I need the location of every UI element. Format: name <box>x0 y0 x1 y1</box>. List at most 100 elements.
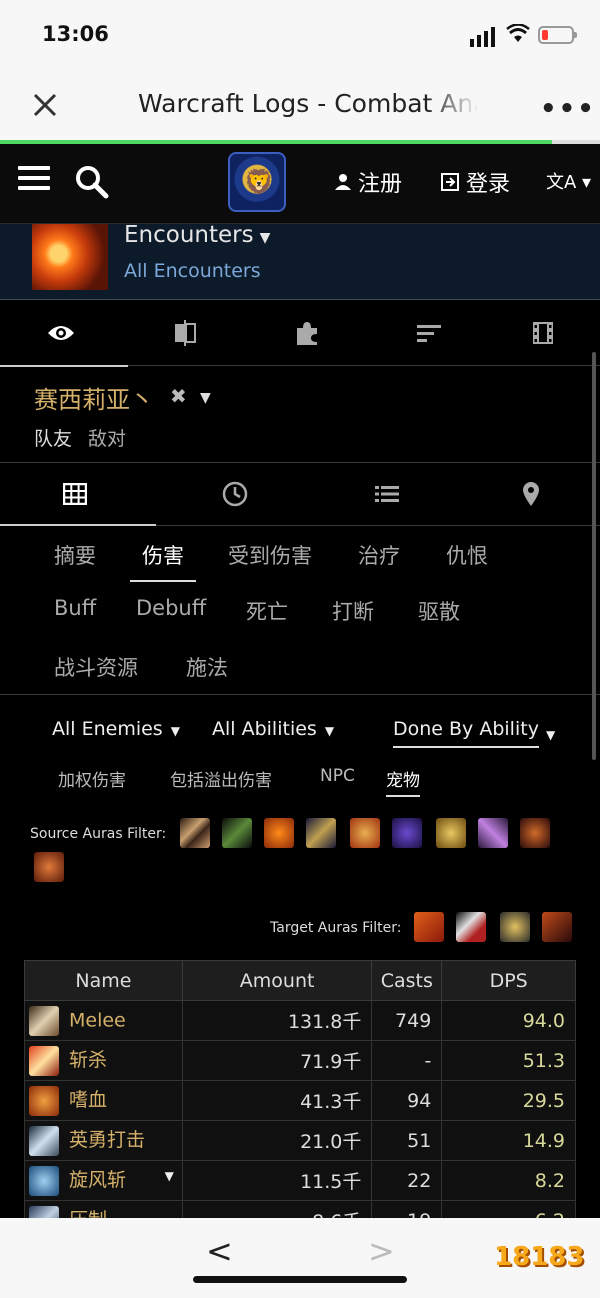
tab-overview[interactable] <box>0 300 128 367</box>
category-damage-taken[interactable]: 受到伤害 <box>228 540 312 570</box>
category-summary[interactable]: 摘要 <box>54 540 96 570</box>
category-threat[interactable]: 仇恨 <box>446 540 488 570</box>
aura-flame-icon[interactable] <box>520 818 550 848</box>
category-casts[interactable]: 施法 <box>186 652 228 682</box>
target-aura-mace-icon[interactable] <box>500 912 530 942</box>
execute-icon <box>29 1045 59 1076</box>
aura-gear-icon[interactable] <box>436 818 466 848</box>
category-healing[interactable]: 治疗 <box>358 540 400 570</box>
melee-icon <box>29 1005 59 1036</box>
tab-compare[interactable] <box>124 300 246 366</box>
target-aura-sunder-icon[interactable] <box>542 912 572 942</box>
casts-cell: 749 <box>371 1000 443 1041</box>
enemies-filter-dropdown[interactable]: All Enemies ▼ <box>52 718 180 740</box>
encounter-header[interactable]: Encounters ▼ All Encounters <box>0 222 600 300</box>
amount-cell: 71.9千 <box>181 1040 373 1081</box>
option-include-overkill[interactable]: 包括溢出伤害 <box>170 766 272 791</box>
target-aura-wound-icon[interactable] <box>456 912 486 942</box>
wifi-icon <box>506 24 530 42</box>
category-deaths[interactable]: 死亡 <box>246 596 288 626</box>
header-amount[interactable]: Amount <box>181 960 373 1001</box>
remove-character-icon[interactable]: ✖ <box>170 384 187 408</box>
site-logo[interactable] <box>228 152 286 212</box>
ability-cell[interactable]: 嗜血 <box>24 1080 183 1121</box>
ability-cell[interactable]: 斩杀 <box>24 1040 183 1081</box>
friendlies-toggle[interactable]: 队友 <box>34 424 72 451</box>
character-dropdown-icon[interactable]: ▼ <box>200 390 211 406</box>
option-pets[interactable]: 宠物 <box>386 766 420 797</box>
map-pin-icon <box>523 482 539 506</box>
table-row[interactable]: 旋风斩 ▼ 11.5千 22 8.2 <box>24 1160 576 1201</box>
tab-map[interactable] <box>456 463 600 525</box>
header-casts[interactable]: Casts <box>371 960 443 1001</box>
ability-cell[interactable]: 英勇打击 <box>24 1120 183 1161</box>
category-resources[interactable]: 战斗资源 <box>54 652 138 682</box>
category-damage-done[interactable]: 伤害 <box>130 540 196 582</box>
aura-potion-icon[interactable] <box>222 818 252 848</box>
header-dps[interactable]: DPS <box>441 960 576 1001</box>
ability-cell[interactable]: Melee <box>24 1000 183 1041</box>
damage-table: Name Amount Casts DPS Melee 131.8千 749 9… <box>24 960 576 1241</box>
expand-caret-icon[interactable]: ▼ <box>165 1169 174 1183</box>
tab-rankings[interactable] <box>368 300 490 366</box>
aura-demon-icon[interactable] <box>34 852 64 882</box>
tab-timeline[interactable] <box>160 463 310 525</box>
table-row[interactable]: 英勇打击 21.0千 51 14.9 <box>24 1120 576 1161</box>
whirlwind-icon <box>29 1165 59 1196</box>
forward-arrow-icon[interactable]: > <box>368 1232 395 1270</box>
ability-name: 嗜血 <box>69 1089 108 1112</box>
table-row[interactable]: Melee 131.8千 749 94.0 <box>24 1000 576 1041</box>
search-icon[interactable] <box>74 164 110 200</box>
home-indicator[interactable] <box>193 1276 407 1283</box>
menu-icon[interactable] <box>18 166 50 194</box>
tab-replay[interactable] <box>482 300 600 366</box>
ability-cell[interactable]: 旋风斩 ▼ <box>24 1160 183 1201</box>
back-arrow-icon[interactable]: < <box>206 1232 233 1270</box>
aura-rage-icon[interactable] <box>264 818 294 848</box>
more-options-icon[interactable]: ••• <box>540 94 596 124</box>
table-row[interactable]: 斩杀 71.9千 - 51.3 <box>24 1040 576 1081</box>
aura-fire-icon[interactable] <box>350 818 380 848</box>
table-row[interactable]: 嗜血 41.3千 94 29.5 <box>24 1080 576 1121</box>
amount-cell: 41.3千 <box>181 1080 373 1121</box>
status-bar: 13:06 <box>0 0 600 72</box>
heroic-strike-icon <box>29 1125 59 1156</box>
dps-cell: 94.0 <box>441 1000 576 1041</box>
tab-table[interactable] <box>0 463 156 526</box>
character-name[interactable]: 赛西莉亚丶 <box>34 380 154 415</box>
battery-icon <box>538 26 577 44</box>
encounter-dropdown[interactable]: Encounters ▼ <box>124 222 270 248</box>
tab-events[interactable] <box>312 463 462 525</box>
category-buffs[interactable]: Buff <box>54 596 96 620</box>
casts-cell: 94 <box>371 1080 443 1121</box>
header-name[interactable]: Name <box>24 960 183 1001</box>
encounter-subtitle[interactable]: All Encounters <box>124 260 261 282</box>
category-debuffs[interactable]: Debuff <box>136 596 206 620</box>
close-icon[interactable] <box>30 90 60 120</box>
enemies-toggle[interactable]: 敌对 <box>88 424 126 451</box>
aura-cross-icon[interactable] <box>478 818 508 848</box>
dps-cell: 51.3 <box>441 1040 576 1081</box>
option-npc[interactable]: NPC <box>320 766 355 786</box>
login-button[interactable]: 登录 <box>440 166 510 198</box>
register-button[interactable]: 注册 <box>334 166 402 198</box>
scrollbar[interactable] <box>592 352 596 760</box>
browser-title-bar: Warcraft Logs - Combat Analysis ••• <box>0 72 600 140</box>
category-interrupts[interactable]: 打断 <box>332 596 374 626</box>
aura-warrior-icon[interactable] <box>306 818 336 848</box>
category-dispels[interactable]: 驱散 <box>418 596 460 626</box>
login-label: 登录 <box>466 172 511 197</box>
target-aura-slash-icon[interactable] <box>414 912 444 942</box>
abilities-filter-dropdown[interactable]: All Abilities ▼ <box>212 718 334 740</box>
view-mode-dropdown[interactable]: Done By Ability <box>393 718 539 748</box>
view-mode-caret-icon[interactable]: ▼ <box>538 722 555 744</box>
tab-plugins[interactable] <box>246 300 368 366</box>
grid-icon <box>63 483 87 505</box>
target-auras-label: Target Auras Filter: <box>270 920 402 936</box>
option-weighted-damage[interactable]: 加权伤害 <box>58 766 126 791</box>
casts-cell: 51 <box>371 1120 443 1161</box>
ability-name: 斩杀 <box>69 1049 108 1072</box>
aura-claws-icon[interactable] <box>180 818 210 848</box>
aura-bomb-icon[interactable] <box>392 818 422 848</box>
language-icon[interactable]: 文A ▾ <box>546 168 591 194</box>
